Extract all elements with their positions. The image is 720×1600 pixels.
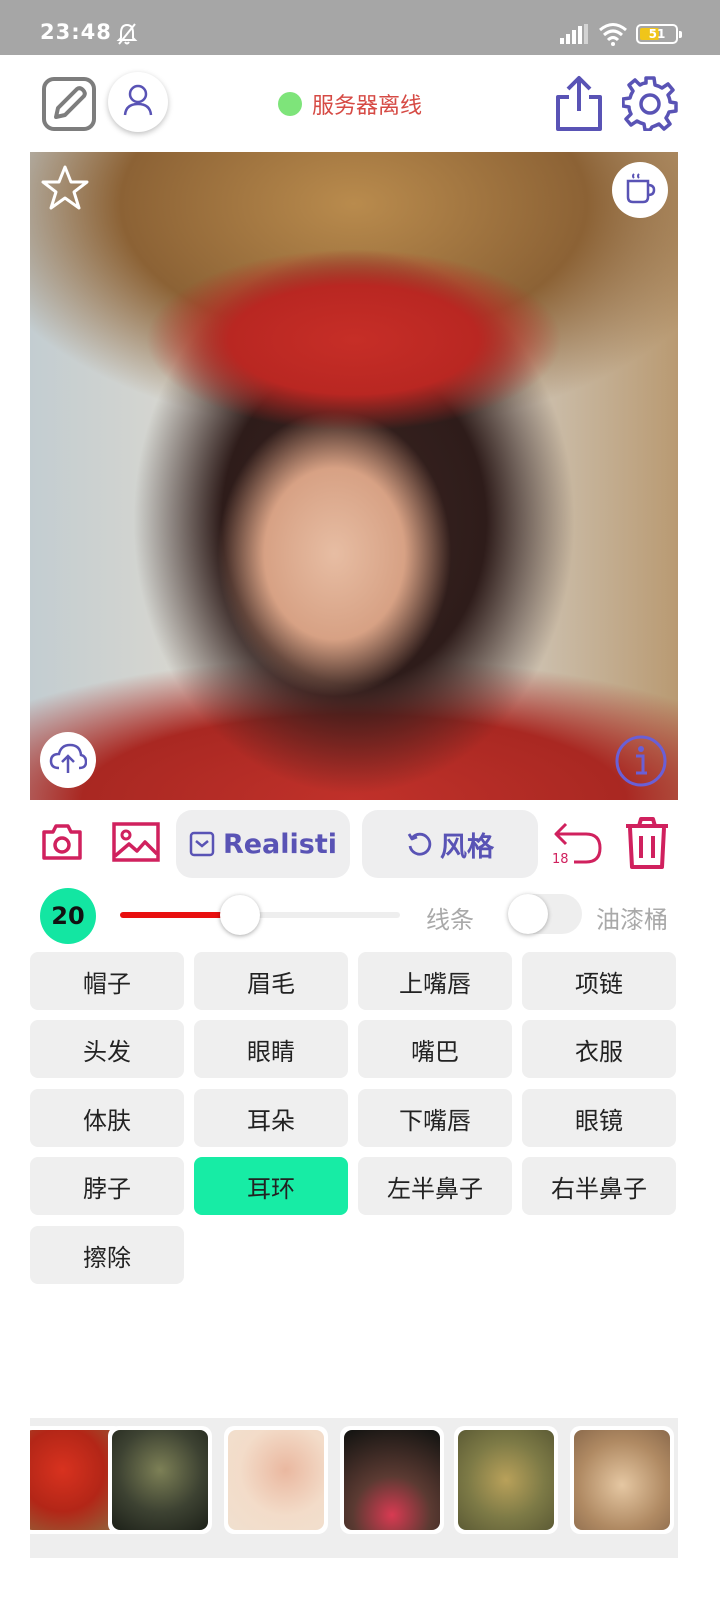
part-button[interactable]: 项链 (522, 952, 676, 1010)
part-button[interactable]: 眼镜 (522, 1089, 676, 1147)
brush-controls: 20 线条 油漆桶 (0, 884, 720, 948)
part-button[interactable]: 耳环 (194, 1157, 348, 1215)
texture-thumb[interactable] (570, 1426, 674, 1534)
part-button[interactable]: 上嘴唇 (358, 952, 512, 1010)
user-button[interactable] (108, 72, 168, 132)
top-bar: 服务器离线 (0, 55, 720, 153)
brush-size-badge[interactable]: 20 (40, 888, 96, 944)
star-icon[interactable] (40, 164, 90, 216)
part-button[interactable]: 左半鼻子 (358, 1157, 512, 1215)
lines-label: 线条 (426, 906, 474, 934)
photo-canvas[interactable] (30, 152, 678, 800)
wifi-icon (598, 22, 628, 50)
texture-thumb[interactable] (454, 1426, 558, 1534)
server-status: 服务器离线 (278, 89, 422, 119)
image-icon[interactable] (112, 822, 160, 866)
texture-thumb[interactable] (108, 1426, 212, 1534)
share-button[interactable] (554, 75, 604, 135)
settings-icon (621, 76, 678, 135)
part-button[interactable]: 下嘴唇 (358, 1089, 512, 1147)
model-label: Realisti (222, 828, 338, 860)
rotate-icon (407, 832, 432, 856)
style-button[interactable]: 风格 (362, 810, 538, 878)
signal-icon (560, 24, 588, 48)
part-button[interactable]: 体肤 (30, 1089, 184, 1147)
part-button[interactable]: 帽子 (30, 952, 184, 1010)
part-button[interactable]: 衣服 (522, 1020, 676, 1078)
user-icon (123, 84, 153, 120)
status-bar: 23:48 51 (0, 0, 720, 55)
part-button[interactable]: 脖子 (30, 1157, 184, 1215)
server-status-text: 服务器离线 (312, 94, 423, 119)
part-button[interactable]: 头发 (30, 1020, 184, 1078)
toggle-knob (508, 894, 548, 934)
upload-button[interactable] (40, 732, 96, 788)
undo-button[interactable]: 18 (552, 818, 604, 878)
model-select-button[interactable]: Realisti (176, 810, 350, 878)
trash-icon[interactable] (622, 816, 672, 874)
style-label: 风格 (440, 831, 494, 863)
share-icon (554, 76, 604, 135)
bucket-toggle[interactable] (508, 894, 582, 934)
brush-size-slider[interactable] (120, 895, 400, 935)
part-button[interactable]: 眉毛 (194, 952, 348, 1010)
status-time: 23:48 (40, 20, 112, 44)
coffee-cup-button[interactable] (612, 162, 668, 218)
part-button[interactable]: 嘴巴 (358, 1020, 512, 1078)
bucket-label: 油漆桶 (596, 906, 668, 934)
server-status-dot (278, 92, 302, 116)
battery-level: 51 (648, 27, 666, 41)
edit-button[interactable] (42, 77, 96, 131)
undo-count: 18 (552, 852, 569, 867)
part-button[interactable]: 眼睛 (194, 1020, 348, 1078)
checkbox-icon (189, 831, 215, 857)
part-button[interactable]: 耳朵 (194, 1089, 348, 1147)
camera-icon[interactable] (40, 822, 84, 866)
tool-row: Realisti 风格 18 (0, 808, 720, 880)
texture-thumb[interactable] (340, 1426, 444, 1534)
part-button[interactable]: 右半鼻子 (522, 1157, 676, 1215)
slider-thumb[interactable] (220, 895, 261, 935)
coffee-cup-icon (623, 171, 657, 209)
edit-icon (42, 77, 96, 135)
part-button[interactable]: 擦除 (30, 1226, 184, 1284)
info-icon[interactable] (614, 734, 668, 792)
texture-thumb[interactable] (224, 1426, 328, 1534)
texture-strip[interactable] (30, 1418, 678, 1558)
battery-icon: 51 (636, 24, 682, 44)
bell-muted-icon (116, 22, 138, 50)
settings-button[interactable] (621, 75, 678, 135)
upload-cloud-icon (49, 742, 88, 778)
